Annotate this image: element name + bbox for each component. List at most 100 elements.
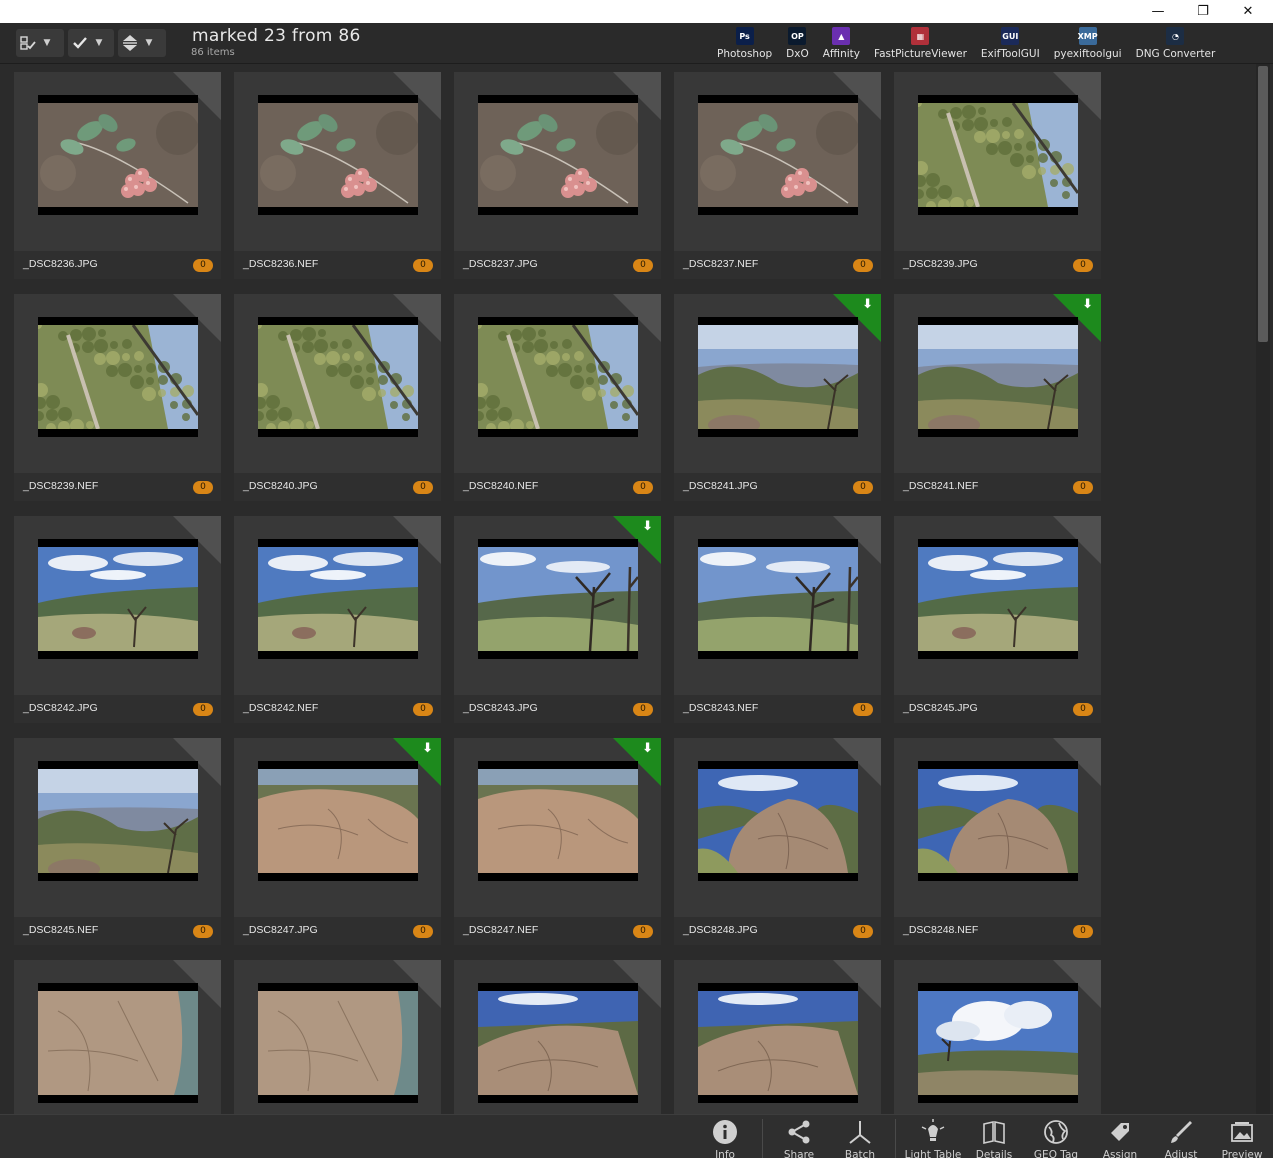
thumbnail-tile[interactable]: _DSC8242.JPG 0 xyxy=(14,516,221,723)
thumbnail-caption: _DSC8237.NEF 0 xyxy=(674,251,881,279)
thumbnail-tile[interactable] xyxy=(674,960,881,1114)
mark-dropdown-icon[interactable]: ▼ xyxy=(92,29,106,57)
close-button[interactable]: ✕ xyxy=(1225,0,1271,23)
rating-badge[interactable]: 0 xyxy=(633,703,653,716)
thumbnail-tile[interactable]: ⬇ _DSC8247.JPG 0 xyxy=(234,738,441,945)
rating-badge[interactable]: 0 xyxy=(413,703,433,716)
thumbnail-tile[interactable] xyxy=(14,960,221,1114)
rating-badge[interactable]: 0 xyxy=(193,259,213,272)
file-name: _DSC8236.JPG xyxy=(23,258,98,270)
rating-badge[interactable]: 0 xyxy=(1073,259,1093,272)
thumbnail-tile[interactable]: _DSC8248.JPG 0 xyxy=(674,738,881,945)
thumbnail-tile[interactable]: _DSC8237.NEF 0 xyxy=(674,72,881,279)
thumbnail-frame xyxy=(698,539,858,659)
file-name: _DSC8248.NEF xyxy=(903,924,979,936)
thumbnail-tile[interactable]: _DSC8239.NEF 0 xyxy=(14,294,221,501)
details-button[interactable]: Details xyxy=(964,1115,1024,1158)
thumbnail-grid: _DSC8236.JPG 0 _DSC8236.NEF 0 _DSC8237.JPG 0 _… xyxy=(14,72,1101,1114)
rating-badge[interactable]: 0 xyxy=(193,925,213,938)
thumbnail-tile[interactable]: _DSC8237.JPG 0 xyxy=(454,72,661,279)
thumbnail-tile[interactable]: _DSC8236.JPG 0 xyxy=(14,72,221,279)
file-name: _DSC8247.NEF xyxy=(463,924,539,936)
select-all-button[interactable] xyxy=(16,29,40,57)
download-arrow-icon: ⬇ xyxy=(422,741,433,756)
thumbnail-tile[interactable]: _DSC8242.NEF 0 xyxy=(234,516,441,723)
sort-dropdown-icon[interactable]: ▼ xyxy=(142,29,156,57)
thumbnail-tile[interactable]: _DSC8239.JPG 0 xyxy=(894,72,1101,279)
thumbnail-tile[interactable]: ⬇ _DSC8247.NEF 0 xyxy=(454,738,661,945)
adjust-button[interactable]: Adjust xyxy=(1151,1115,1211,1158)
rating-badge[interactable]: 0 xyxy=(413,481,433,494)
thumbnail-tile[interactable]: _DSC8243.NEF 0 xyxy=(674,516,881,723)
thumbnail-tile[interactable]: _DSC8236.NEF 0 xyxy=(234,72,441,279)
app-launcher-exiftoolgui[interactable]: GUI ExifToolGUI xyxy=(974,26,1047,63)
geo-tag-icon xyxy=(1042,1119,1070,1145)
thumbnail-tile[interactable]: _DSC8240.NEF 0 xyxy=(454,294,661,501)
thumbnail-image xyxy=(478,769,638,873)
rating-badge[interactable]: 0 xyxy=(853,925,873,938)
rating-badge[interactable]: 0 xyxy=(633,925,653,938)
thumbnail-tile[interactable]: ⬇ _DSC8241.JPG 0 xyxy=(674,294,881,501)
rating-badge[interactable]: 0 xyxy=(853,259,873,272)
thumbnail-caption: _DSC8241.NEF 0 xyxy=(894,473,1101,501)
thumbnail-frame xyxy=(698,95,858,215)
rating-badge[interactable]: 0 xyxy=(193,703,213,716)
thumbnail-tile[interactable]: _DSC8245.JPG 0 xyxy=(894,516,1101,723)
button-label: Light Table xyxy=(904,1149,962,1158)
sort-button[interactable] xyxy=(118,29,142,57)
mark-button[interactable] xyxy=(68,29,92,57)
select-dropdown-icon[interactable]: ▼ xyxy=(40,29,54,57)
rating-badge[interactable]: 0 xyxy=(413,925,433,938)
thumbnail-caption: _DSC8247.NEF 0 xyxy=(454,917,661,945)
thumbnail-tile[interactable] xyxy=(234,960,441,1114)
app-label: Photoshop xyxy=(717,48,773,60)
download-arrow-icon: ⬇ xyxy=(862,297,873,312)
rating-badge[interactable]: 0 xyxy=(633,481,653,494)
thumbnail-tile[interactable]: ⬇ _DSC8241.NEF 0 xyxy=(894,294,1101,501)
restore-button[interactable]: ❐ xyxy=(1180,0,1226,23)
thumbnail-frame xyxy=(258,761,418,881)
thumbnail-tile[interactable]: _DSC8248.NEF 0 xyxy=(894,738,1101,945)
thumbnail-image xyxy=(38,547,198,651)
rating-badge[interactable]: 0 xyxy=(1073,925,1093,938)
app-launcher-pyexiftoolgui[interactable]: XMP pyexiftoolgui xyxy=(1047,26,1129,63)
app-launcher-affinity[interactable]: ▲ Affinity xyxy=(816,26,867,63)
app-label: FastPictureViewer xyxy=(874,48,967,60)
preview-button[interactable]: Preview xyxy=(1212,1115,1272,1158)
app-launcher-photoshop[interactable]: Ps Photoshop xyxy=(710,26,779,63)
scrollbar-thumb[interactable] xyxy=(1258,66,1268,342)
thumbnail-frame xyxy=(478,317,638,437)
fastpictureviewer-icon: ▦ xyxy=(911,27,930,45)
thumbnail-tile[interactable]: ⬇ _DSC8243.JPG 0 xyxy=(454,516,661,723)
geo-tag-button[interactable]: GEO Tag xyxy=(1026,1115,1086,1158)
thumbnail-tile[interactable] xyxy=(454,960,661,1114)
thumbnail-tile[interactable]: _DSC8245.NEF 0 xyxy=(14,738,221,945)
thumbnail-image xyxy=(698,103,858,207)
minimize-button[interactable]: — xyxy=(1135,0,1181,23)
batch-button[interactable]: Batch xyxy=(830,1115,890,1158)
rating-badge[interactable]: 0 xyxy=(413,259,433,272)
preview-icon xyxy=(1228,1119,1256,1145)
light-table-button[interactable]: Light Table xyxy=(903,1115,963,1158)
info-button[interactable]: Info xyxy=(695,1115,755,1158)
rating-badge[interactable]: 0 xyxy=(1073,703,1093,716)
vertical-scrollbar[interactable] xyxy=(1256,64,1270,1114)
rating-badge[interactable]: 0 xyxy=(193,481,213,494)
assign-button[interactable]: Assign xyxy=(1090,1115,1150,1158)
thumbnail-frame xyxy=(478,539,638,659)
thumbnail-caption: _DSC8240.JPG 0 xyxy=(234,473,441,501)
rating-badge[interactable]: 0 xyxy=(853,703,873,716)
app-label: DNG Converter xyxy=(1135,48,1216,60)
file-name: _DSC8247.JPG xyxy=(243,924,318,936)
rating-badge[interactable]: 0 xyxy=(633,259,653,272)
app-launcher-dxo[interactable]: OP DxO xyxy=(779,26,816,63)
share-button[interactable]: Share xyxy=(769,1115,829,1158)
file-name: _DSC8245.NEF xyxy=(23,924,99,936)
app-launcher-dng-converter[interactable]: ◔ DNG Converter xyxy=(1129,26,1223,63)
rating-badge[interactable]: 0 xyxy=(853,481,873,494)
thumbnail-tile[interactable] xyxy=(894,960,1101,1114)
assign-icon xyxy=(1106,1119,1134,1145)
thumbnail-tile[interactable]: _DSC8240.JPG 0 xyxy=(234,294,441,501)
rating-badge[interactable]: 0 xyxy=(1073,481,1093,494)
app-launcher-fastpictureviewer[interactable]: ▦ FastPictureViewer xyxy=(867,26,974,63)
